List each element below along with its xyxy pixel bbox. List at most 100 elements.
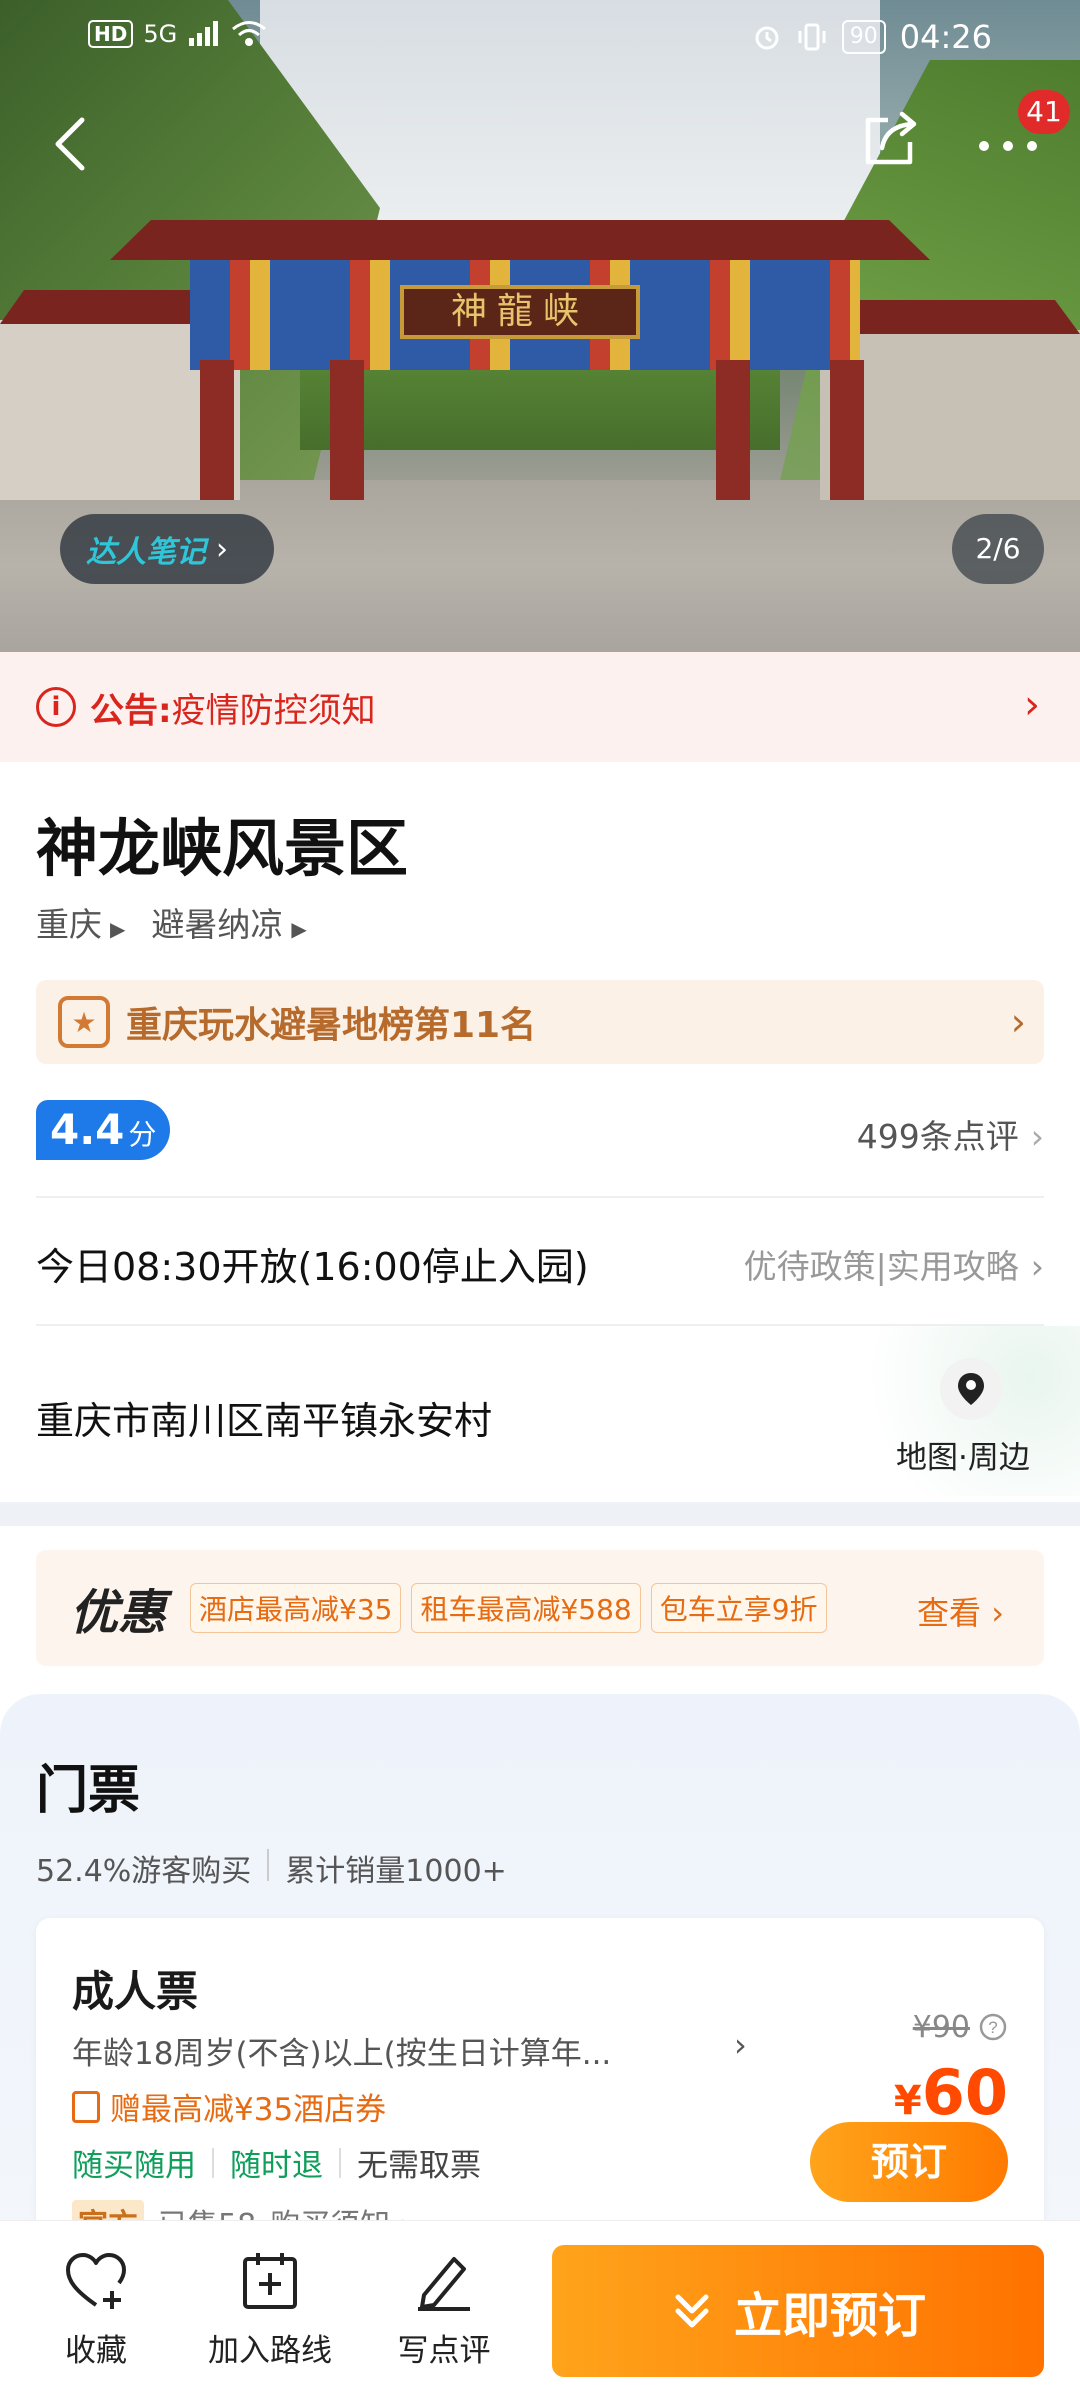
hero-pillar xyxy=(830,360,864,500)
share-icon xyxy=(865,111,917,165)
status-right: 90 04:26 xyxy=(752,18,992,56)
rating-score: 4.4 xyxy=(50,1105,125,1154)
address-text: 重庆市南川区南平镇永安村 xyxy=(36,1399,493,1443)
status-bar: HD 5G 90 04:26 xyxy=(0,0,1080,80)
hero-pillar xyxy=(330,360,364,500)
hotel-coupon: 赠最高减¥35酒店券 xyxy=(72,2084,386,2129)
clock: 04:26 xyxy=(899,18,992,56)
hd-icon: HD xyxy=(88,20,134,48)
deal-tag-car-rental: 租车最高减¥588 xyxy=(411,1583,641,1633)
svg-text:?: ? xyxy=(988,2018,997,2037)
hotel-icon xyxy=(72,2090,100,2123)
hero-roof-right xyxy=(830,300,1080,334)
chevron-right-icon: › xyxy=(216,531,228,567)
ticket-perks: 随买随用 随时退 无需取票 xyxy=(72,2140,481,2185)
add-route-label: 加入路线 xyxy=(208,2333,332,2369)
hotel-coupon-text: 赠最高减¥35酒店券 xyxy=(110,2092,387,2128)
divider xyxy=(267,1849,270,1881)
announcement-text: 疫情防控须知 xyxy=(171,690,376,731)
heart-plus-icon xyxy=(66,2253,126,2309)
triangle-right-icon: ▶ xyxy=(110,917,126,941)
reviews-link[interactable]: 499条点评 › xyxy=(857,1110,1044,1158)
tickets-stats: 52.4%游客购买 累计销量1000+ xyxy=(36,1846,507,1890)
chevron-right-icon: › xyxy=(1010,1000,1026,1044)
double-chevron-down-icon xyxy=(675,2294,709,2328)
divider xyxy=(339,2147,341,2178)
tickets-title: 门票 xyxy=(36,1761,141,1821)
write-review-label: 写点评 xyxy=(397,2333,491,2369)
book-now-button[interactable]: 立即预订 xyxy=(552,2245,1044,2377)
location-pin-icon xyxy=(958,1373,984,1405)
pen-icon xyxy=(418,2257,470,2311)
book-ticket-button[interactable]: 预订 xyxy=(810,2122,1008,2202)
battery-icon: 90 xyxy=(841,20,886,54)
add-route-button[interactable]: 加入路线 xyxy=(200,2251,340,2370)
original-price: ¥90 xyxy=(912,2010,970,2045)
status-left: HD 5G xyxy=(88,20,267,48)
deal-tag-hotel: 酒店最高减¥35 xyxy=(190,1583,402,1633)
view-deals-button[interactable]: 查看 › xyxy=(917,1588,1004,1634)
info-icon: i xyxy=(36,687,76,727)
hero-gate-plaque: 神龍峡 xyxy=(400,285,640,339)
back-button[interactable] xyxy=(44,112,96,176)
network-label: 5G xyxy=(143,20,178,48)
ticket-age-rule: 年龄18周岁(不含)以上(按生日计算年... xyxy=(72,2036,612,2072)
perk-no-pickup: 无需取票 xyxy=(357,2148,481,2184)
signal-icon xyxy=(189,21,219,46)
page-title: 神龙峡风景区 xyxy=(36,812,409,885)
chevron-right-icon: › xyxy=(1030,1247,1044,1286)
map-pin-icon[interactable] xyxy=(940,1358,1002,1420)
chevron-right-icon: › xyxy=(1030,1117,1044,1156)
hero-gate-roof xyxy=(110,220,930,260)
chevron-right-icon[interactable]: › xyxy=(734,2026,747,2064)
sale-price: ¥60 xyxy=(894,2056,1008,2129)
write-review-button[interactable]: 写点评 xyxy=(374,2251,514,2370)
wifi-icon xyxy=(232,21,267,46)
announcement-label: 公告: xyxy=(90,690,172,731)
hero-pillar xyxy=(200,360,234,500)
policy-guide-link[interactable]: 优待政策|实用攻略 › xyxy=(744,1240,1044,1288)
discount-title: 优惠 xyxy=(70,1585,167,1641)
rating-badge: 4.4 分 xyxy=(36,1100,171,1160)
book-now-label: 立即预订 xyxy=(733,2288,926,2344)
ranking-icon: ★ xyxy=(58,996,110,1048)
category-tags: 重庆 ▶ 避暑纳凉 ▶ xyxy=(36,898,307,946)
divider xyxy=(36,1196,1044,1198)
reviews-count: 499条点评 xyxy=(856,1117,1019,1156)
triangle-right-icon: ▶ xyxy=(291,917,307,941)
price-currency: ¥ xyxy=(893,2078,922,2124)
deal-tag-charter: 包车立享9折 xyxy=(650,1583,827,1633)
opening-hours: 今日08:30开放(16:00停止入园) xyxy=(36,1245,589,1289)
bottom-action-bar: 收藏 加入路线 写点评 立即预订 xyxy=(0,2220,1080,2400)
policy-guide-text: 优待政策|实用攻略 xyxy=(743,1247,1019,1286)
photo-pager: 2/6 xyxy=(952,514,1044,584)
alarm-icon xyxy=(755,26,779,50)
divider xyxy=(212,2147,214,2178)
ticket-card-adult[interactable]: 成人票 年龄18周岁(不含)以上(按生日计算年... › 赠最高减¥35酒店券 … xyxy=(36,1918,1044,2244)
tag-city[interactable]: 重庆 ▶ xyxy=(36,898,125,946)
notification-badge: 41 xyxy=(1018,90,1070,134)
tag-theme[interactable]: 避暑纳凉 ▶ xyxy=(151,898,306,946)
discount-banner[interactable]: 优惠 酒店最高减¥35 租车最高减¥588 包车立享9折 查看 › xyxy=(36,1550,1044,1666)
favorite-label: 收藏 xyxy=(65,2333,127,2369)
map-nearby-link[interactable]: 地图·周边 xyxy=(896,1432,1030,1477)
back-arrow-icon xyxy=(55,117,85,171)
favorite-button[interactable]: 收藏 xyxy=(26,2251,166,2370)
perk-instant-use: 随买随用 xyxy=(72,2148,196,2184)
chevron-right-icon: › xyxy=(1024,682,1040,728)
ranking-text: 重庆玩水避暑地榜第11名 xyxy=(126,1005,537,1046)
section-gap xyxy=(0,1502,1080,1526)
announcement-bar[interactable]: i 公告: 疫情防控须知 › xyxy=(0,652,1080,762)
question-icon[interactable]: ? xyxy=(978,2012,1008,2042)
hero-pillar xyxy=(716,360,750,500)
ranking-banner[interactable]: ★ 重庆玩水避暑地榜第11名 › xyxy=(36,980,1044,1064)
calendar-plus-icon xyxy=(243,2253,297,2309)
total-sales: 累计销量1000+ xyxy=(285,1854,507,1889)
purchase-rate: 52.4%游客购买 xyxy=(36,1854,252,1889)
price-value: 60 xyxy=(921,2056,1008,2129)
share-button[interactable] xyxy=(858,108,922,172)
expert-notes-button[interactable]: 达人笔记 › xyxy=(60,514,274,584)
rating-unit: 分 xyxy=(128,1118,157,1151)
expert-notes-label: 达人笔记 xyxy=(86,535,206,570)
vibrate-icon xyxy=(798,23,826,51)
